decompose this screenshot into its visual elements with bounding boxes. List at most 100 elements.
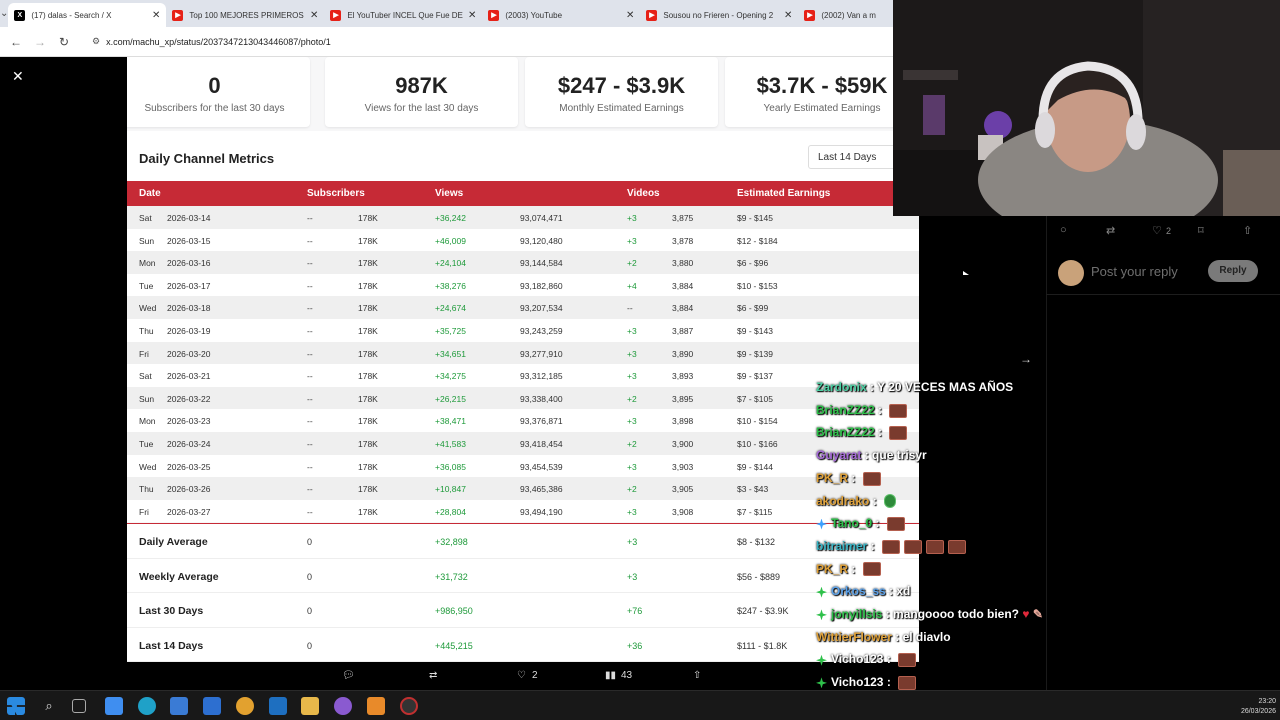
chat-message: BrianZZ22 : bbox=[816, 425, 908, 441]
table-cell: 2026-03-14 bbox=[167, 213, 211, 223]
forward-icon[interactable]: → bbox=[28, 35, 52, 49]
table-cell: $6 - $99 bbox=[737, 303, 769, 314]
chrome-icon[interactable] bbox=[236, 697, 254, 715]
summary-row: Last 14 Days 0 +445,215 +36 $111 - $1.8K bbox=[127, 628, 919, 662]
table-cell: +4 bbox=[627, 280, 637, 291]
reply-input[interactable]: Post your reply bbox=[1091, 264, 1178, 279]
url-field[interactable]: ⚙ x.com/machu_xp/status/2037347213043446… bbox=[84, 31, 893, 53]
chat-username[interactable]: PK_R bbox=[816, 471, 848, 485]
panel-repost-icon[interactable]: ⇄ bbox=[1106, 224, 1115, 237]
tab-close-icon[interactable]: ✕ bbox=[784, 10, 792, 21]
chat-username[interactable]: jonyillsis bbox=[831, 607, 882, 621]
repost-icon[interactable]: ⇄ bbox=[429, 670, 437, 681]
reload-icon[interactable]: ↻ bbox=[52, 35, 76, 49]
table-cell: 178K bbox=[358, 416, 378, 427]
chat-text: el diavlo bbox=[902, 629, 951, 644]
table-row: Mon 2026-03-16 -- 178K +24,104 93,144,584 +2 3,… bbox=[127, 251, 919, 274]
chat-badge-icon bbox=[816, 654, 827, 666]
share-icon[interactable]: ⇧ bbox=[693, 670, 701, 681]
table-cell: Tue bbox=[139, 438, 154, 449]
chat-username[interactable]: PK_R bbox=[816, 562, 848, 576]
chat-username[interactable]: Guyarat bbox=[816, 448, 861, 462]
table-cell: +38,471 bbox=[435, 416, 466, 427]
table-row: Sun 2026-03-22 -- 178K +26,215 93,338,400 +2 3,… bbox=[127, 386, 919, 410]
edge-icon[interactable] bbox=[138, 697, 156, 715]
taskbar-clock[interactable]: 23:20 26/03/2026 bbox=[1232, 697, 1276, 717]
table-cell: +2 bbox=[627, 438, 637, 449]
table-cell: 2026-03-15 bbox=[167, 235, 211, 246]
table-cell: $9 - $145 bbox=[737, 213, 773, 223]
tab-close-icon[interactable]: ✕ bbox=[310, 10, 318, 21]
tab-3[interactable]: ▶ (2003) YouTube ✕ bbox=[482, 3, 640, 27]
file-explorer-icon[interactable] bbox=[301, 697, 319, 715]
panel-comment-icon[interactable]: ○ bbox=[1060, 224, 1067, 236]
next-photo-icon[interactable]: → bbox=[1020, 352, 1032, 366]
site-info-icon[interactable]: ⚙ bbox=[92, 36, 100, 47]
tab-0[interactable]: X (17) dalas - Search / X ✕ bbox=[8, 3, 167, 27]
reply-button[interactable]: Reply bbox=[1208, 260, 1258, 282]
table-cell: 2026-03-21 bbox=[167, 371, 211, 382]
table-cell: Tue bbox=[139, 280, 154, 291]
views-icon[interactable]: ▮▮ bbox=[605, 670, 616, 681]
panel-like-icon[interactable]: ♡ bbox=[1152, 224, 1162, 237]
table-cell: 3,884 bbox=[672, 280, 694, 291]
chat-username[interactable]: akodrako bbox=[816, 494, 869, 508]
tab-close-icon[interactable]: ✕ bbox=[152, 10, 160, 21]
tab-close-icon[interactable]: ✕ bbox=[626, 10, 634, 21]
emote-icon bbox=[926, 539, 945, 554]
chat-username[interactable]: Tano_0 bbox=[831, 516, 872, 530]
close-icon[interactable]: ✕ bbox=[12, 68, 24, 85]
like-icon[interactable]: ♡ bbox=[517, 670, 526, 681]
chat-username[interactable]: bitraimer bbox=[816, 539, 867, 553]
chat-username[interactable]: BrianZZ22 bbox=[816, 425, 875, 439]
tab-1[interactable]: ▶ Top 100 MEJORES PRIMEROS O ✕ bbox=[166, 3, 324, 27]
table-cell: 3,878 bbox=[672, 235, 694, 246]
table-cell: +24,104 bbox=[435, 258, 466, 269]
chat-username[interactable]: Vicho123 bbox=[831, 675, 883, 689]
stat-label: Views for the last 30 days bbox=[364, 103, 479, 114]
task-view-icon[interactable] bbox=[72, 699, 86, 713]
copilot-icon[interactable] bbox=[105, 697, 123, 715]
start-icon[interactable] bbox=[7, 697, 25, 715]
chat-username[interactable]: Zardonix bbox=[816, 380, 867, 394]
table-cell: 93,465,386 bbox=[520, 484, 563, 495]
vegas-icon[interactable] bbox=[269, 697, 287, 715]
chat-username[interactable]: Vicho123 bbox=[831, 652, 883, 666]
search-icon[interactable]: ⌕ bbox=[40, 697, 58, 715]
summary-cell: $247 - $3.9K bbox=[737, 606, 789, 616]
cloud-app-icon[interactable] bbox=[367, 697, 385, 715]
app-icon[interactable] bbox=[334, 697, 352, 715]
table-cell: 3,908 bbox=[672, 506, 694, 517]
table-cell: 178K bbox=[358, 461, 378, 472]
table-cell: 93,338,400 bbox=[520, 393, 563, 404]
panel-share-icon[interactable]: ⇧ bbox=[1243, 224, 1252, 237]
tab-search-icon[interactable]: ⌄ bbox=[0, 0, 8, 27]
obs-icon[interactable] bbox=[400, 697, 418, 715]
bookmark-icon[interactable]: ⌑ bbox=[1198, 224, 1204, 237]
comment-icon[interactable]: 💬︎ bbox=[342, 670, 355, 681]
back-icon[interactable]: ← bbox=[4, 35, 28, 49]
mouse-cursor bbox=[963, 271, 969, 275]
tab-close-icon[interactable]: ✕ bbox=[468, 10, 476, 21]
tab-2[interactable]: ▶ El YouTuber INCEL Que Fue DE ✕ bbox=[324, 3, 482, 27]
summary-cell: $111 - $1.8K bbox=[737, 640, 788, 651]
chat-username[interactable]: WittierFlower bbox=[816, 630, 892, 644]
chat-message: Orkos_ss : xd bbox=[816, 584, 910, 598]
chat-separator: : bbox=[869, 493, 881, 508]
chat-username[interactable]: BrianZZ22 bbox=[816, 403, 875, 417]
table-row: Sat 2026-03-14 -- 178K +36,242 93,074,471 +3 3,… bbox=[127, 206, 919, 229]
table-cell: 93,454,539 bbox=[520, 461, 563, 472]
mail-icon[interactable] bbox=[203, 697, 221, 715]
table-cell: 93,182,860 bbox=[520, 280, 563, 291]
table-cell: 178K bbox=[358, 438, 378, 449]
tab-4[interactable]: ▶ Sousou no Frieren - Opening 2 ✕ bbox=[640, 3, 798, 27]
table-cell: +2 bbox=[627, 258, 637, 269]
chat-username[interactable]: Orkos_ss bbox=[831, 584, 886, 598]
chat-text: xd bbox=[896, 584, 911, 599]
chat-separator: : bbox=[882, 607, 894, 621]
photo-image: 0 Subscribers for the last 30 days 987K Vie… bbox=[127, 57, 919, 662]
store-icon[interactable] bbox=[170, 697, 188, 715]
stat-card: 0 Subscribers for the last 30 days bbox=[127, 57, 310, 127]
chat-message: Guyarat : que trisyr bbox=[816, 448, 927, 462]
stats-cards: 0 Subscribers for the last 30 days 987K Vie… bbox=[127, 57, 919, 127]
